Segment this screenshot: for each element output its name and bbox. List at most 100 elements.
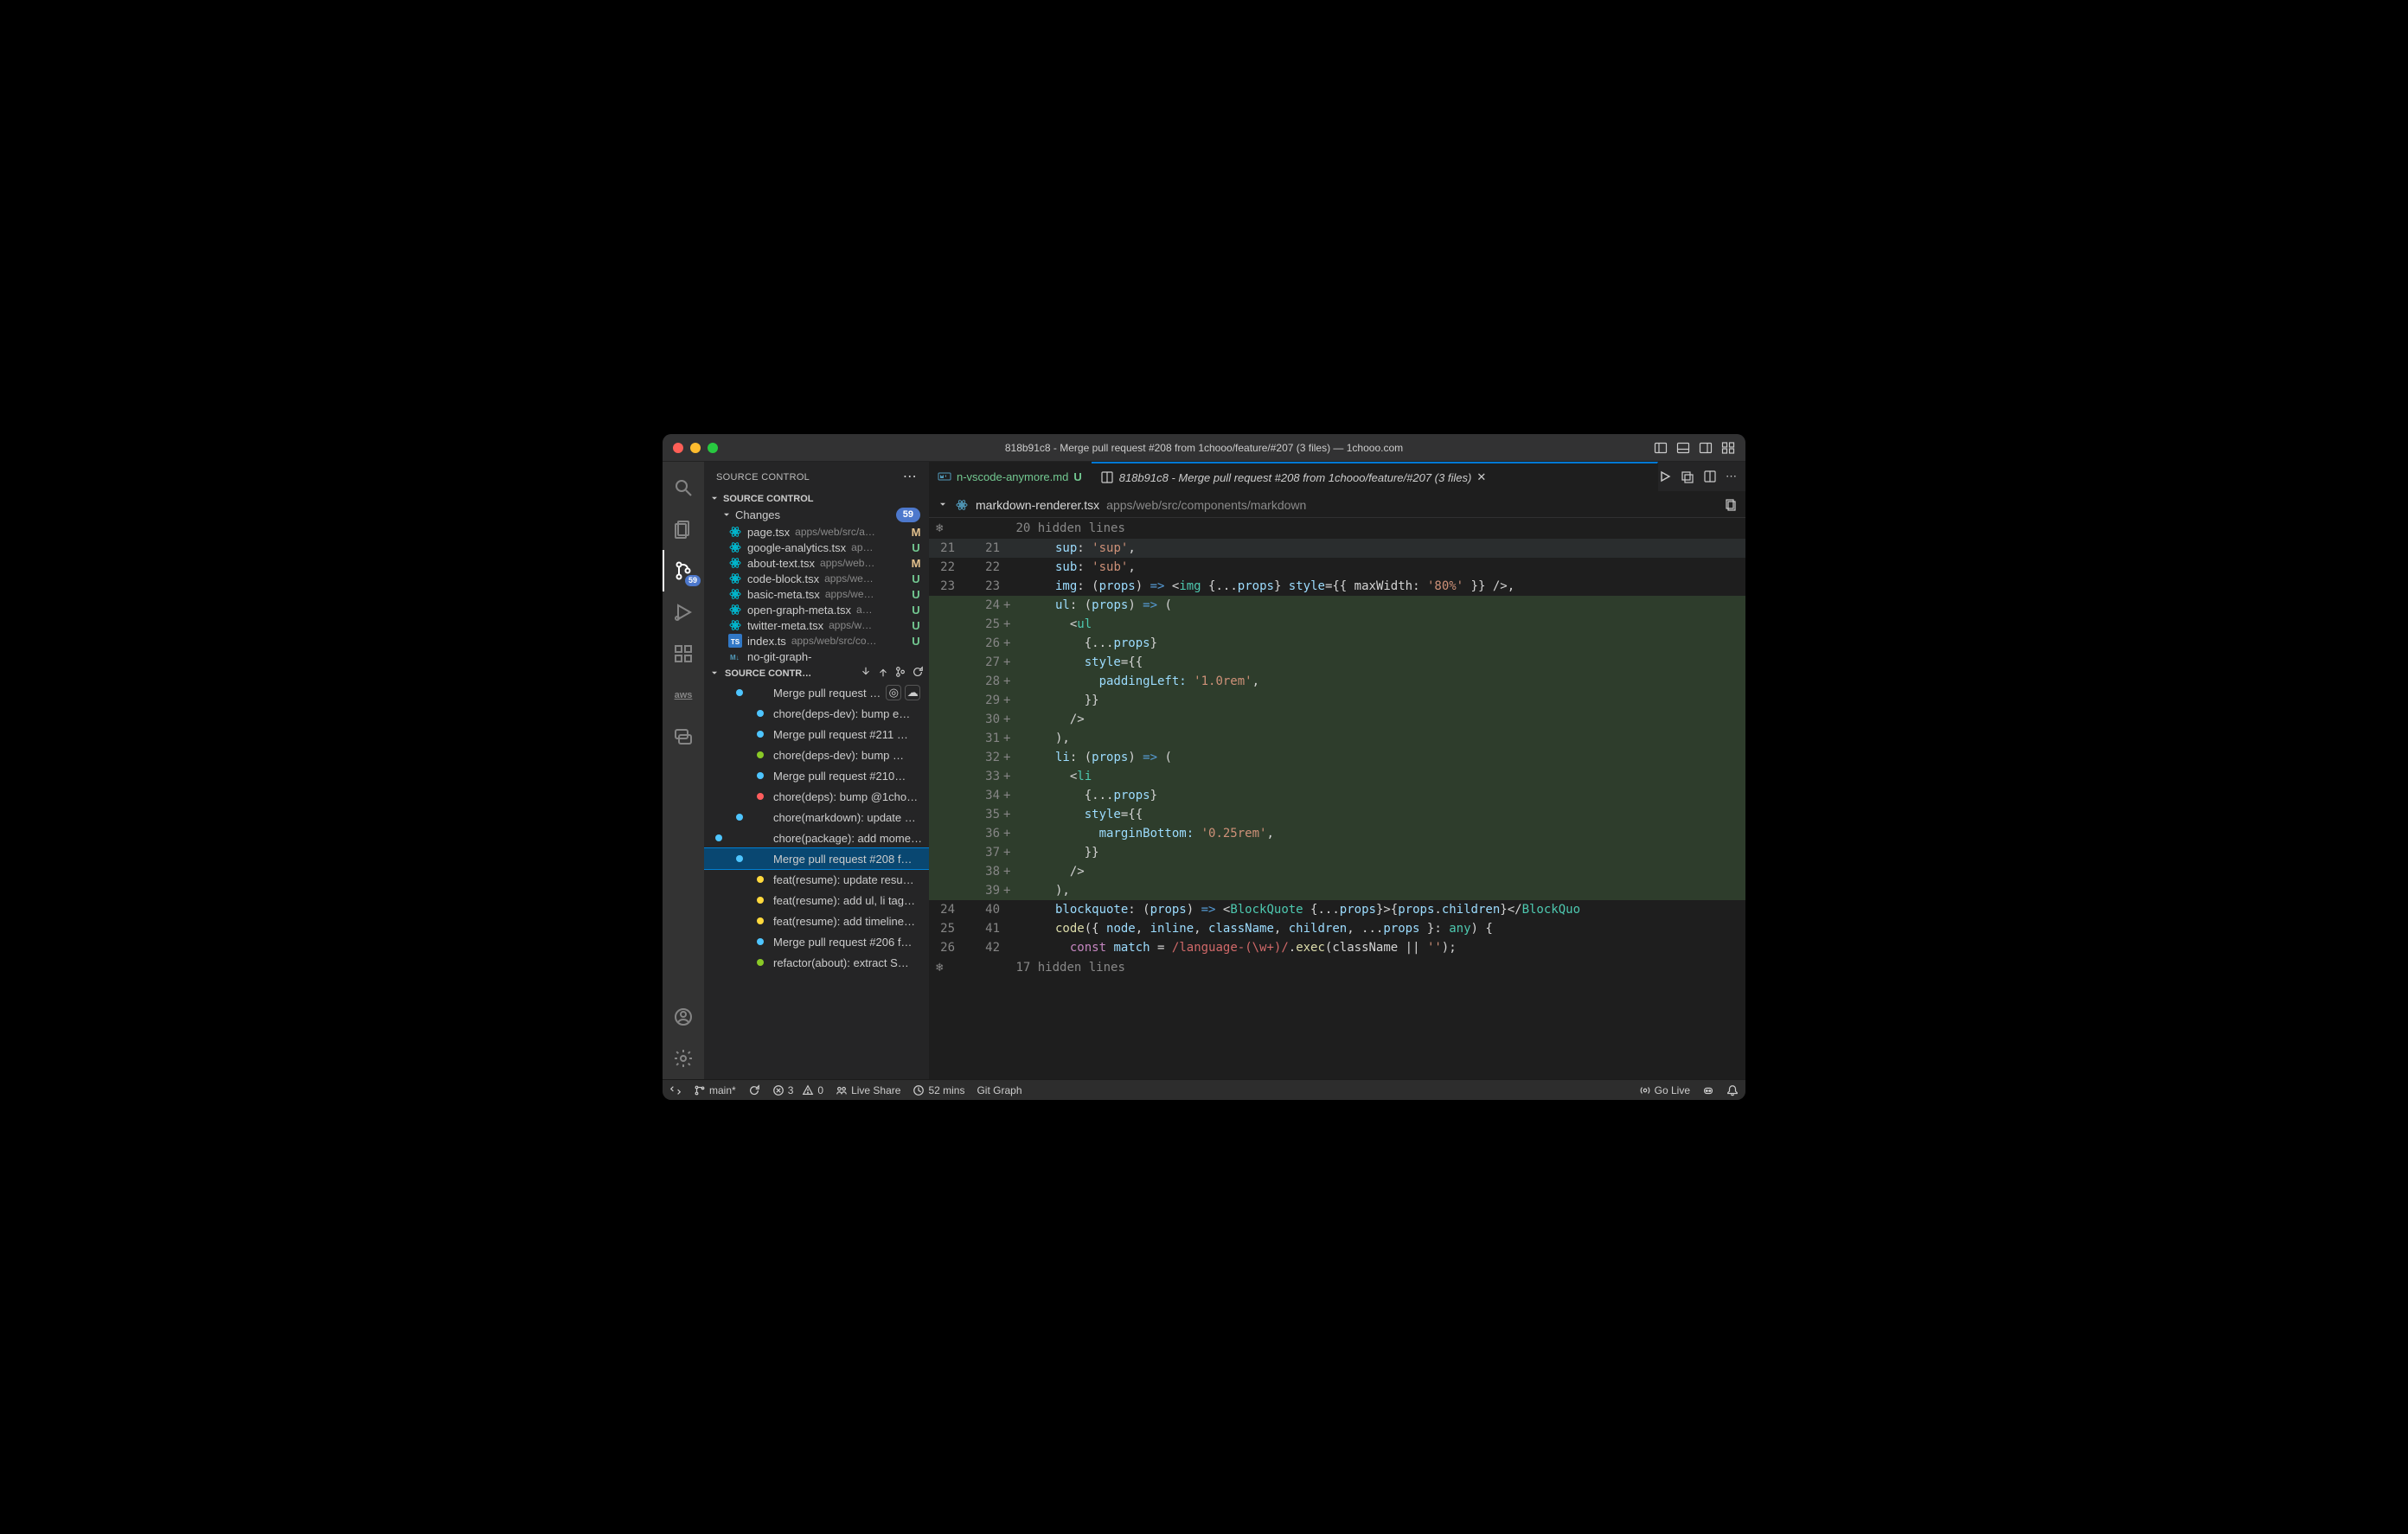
- svg-text:M↓: M↓: [730, 654, 740, 662]
- file-type-icon: [728, 540, 742, 554]
- status-notifications[interactable]: [1726, 1084, 1739, 1096]
- status-remote[interactable]: [669, 1084, 682, 1096]
- file-name: twitter-meta.tsx: [747, 619, 823, 632]
- changed-file-row[interactable]: twitter-meta.tsxapps/w…U: [704, 617, 929, 633]
- commit-row[interactable]: Merge pull request …◎☁: [704, 682, 929, 703]
- file-name: about-text.tsx: [747, 557, 815, 570]
- minimize-window[interactable]: [690, 443, 701, 453]
- graph-refresh-icon[interactable]: [912, 666, 924, 681]
- zoom-window[interactable]: [708, 443, 718, 453]
- activity-search[interactable]: [663, 467, 704, 508]
- activity-source-control[interactable]: 59: [663, 550, 704, 591]
- file-path: apps/we…: [824, 572, 905, 585]
- file-status: U: [910, 572, 922, 585]
- commit-message: chore(package): add mome…: [773, 832, 922, 845]
- file-path: apps/w…: [829, 619, 905, 631]
- activity-settings[interactable]: [663, 1038, 704, 1079]
- file-status: M: [910, 557, 922, 570]
- scm-section[interactable]: SOURCE CONTROL: [704, 492, 929, 506]
- activity-extensions[interactable]: [663, 633, 704, 674]
- commit-row[interactable]: feat(resume): update resu…: [704, 869, 929, 890]
- changed-file-row[interactable]: TS index.ts apps/web/src/co… U: [704, 633, 929, 649]
- status-copilot[interactable]: [1702, 1084, 1714, 1096]
- status-branch[interactable]: main*: [694, 1084, 736, 1096]
- commit-row[interactable]: chore(package): add mome…: [704, 828, 929, 848]
- commit-message: feat(resume): add ul, li tag…: [773, 894, 915, 907]
- commit-row[interactable]: chore(deps-dev): bump …: [704, 745, 929, 765]
- file-name: page.tsx: [747, 526, 790, 539]
- changed-file-row[interactable]: M↓no-git-graph-: [704, 649, 929, 664]
- file-type-icon: TS: [728, 634, 742, 648]
- changed-file-row[interactable]: open-graph-meta.tsxa…U: [704, 602, 929, 617]
- changed-file-row[interactable]: page.tsxapps/web/src/a…M: [704, 524, 929, 540]
- graph-fetch-icon[interactable]: [894, 666, 906, 681]
- close-window[interactable]: [673, 443, 683, 453]
- layout-secondary-icon[interactable]: [1699, 441, 1713, 455]
- breadcrumb-file: markdown-renderer.tsx: [976, 498, 1099, 512]
- tab-diff-view[interactable]: 818b91c8 - Merge pull request #208 from …: [1092, 462, 1658, 491]
- split-editor-icon[interactable]: [1703, 470, 1717, 483]
- file-path: apps/we…: [825, 588, 905, 600]
- run-icon[interactable]: [1658, 470, 1672, 483]
- activity-chat[interactable]: [663, 716, 704, 757]
- commit-message: chore(deps-dev): bump e…: [773, 707, 910, 720]
- tab-markdown-file[interactable]: n-vscode-anymore.md U: [929, 462, 1092, 491]
- commit-row[interactable]: Merge pull request #211 …: [704, 724, 929, 745]
- activity-accounts[interactable]: [663, 996, 704, 1038]
- fold-top[interactable]: ❄ 20 hidden lines: [929, 518, 1745, 539]
- commit-row[interactable]: chore(deps-dev): bump e…: [704, 703, 929, 724]
- fold-bottom[interactable]: ❄ 17 hidden lines: [929, 957, 1745, 978]
- status-git-graph[interactable]: Git Graph: [977, 1084, 1021, 1096]
- changed-file-row[interactable]: about-text.tsxapps/web…M: [704, 555, 929, 571]
- commit-row[interactable]: Merge pull request #208 f…: [704, 848, 929, 869]
- commit-row[interactable]: feat(resume): add ul, li tag…: [704, 890, 929, 911]
- file-status: M: [910, 526, 922, 539]
- status-problems[interactable]: 3 0: [772, 1084, 823, 1096]
- file-status: U: [910, 635, 922, 648]
- traffic-lights: [673, 443, 718, 453]
- file-path: apps/web/src/co…: [791, 635, 905, 647]
- sidebar-more-icon[interactable]: ⋯: [903, 470, 917, 484]
- status-liveshare[interactable]: Live Share: [836, 1084, 900, 1096]
- activity-aws[interactable]: aws: [663, 674, 704, 716]
- changed-file-row[interactable]: code-block.tsxapps/we…U: [704, 571, 929, 586]
- graph-section-label: SOURCE CONTR…: [725, 668, 811, 679]
- breadcrumb[interactable]: markdown-renderer.tsx apps/web/src/compo…: [929, 492, 1745, 518]
- graph-section[interactable]: SOURCE CONTR…: [704, 664, 929, 682]
- target-icon[interactable]: ◎: [886, 685, 901, 700]
- activity-explorer[interactable]: [663, 508, 704, 550]
- close-icon[interactable]: ✕: [1476, 470, 1486, 484]
- more-icon[interactable]: ⋯: [1726, 470, 1737, 483]
- commit-row[interactable]: Merge pull request #210…: [704, 765, 929, 786]
- commit-row[interactable]: Merge pull request #206 f…: [704, 931, 929, 952]
- commit-row[interactable]: feat(resume): add timeline…: [704, 911, 929, 931]
- status-go-live[interactable]: Go Live: [1639, 1084, 1690, 1096]
- commit-row[interactable]: chore(markdown): update …: [704, 807, 929, 828]
- layout-primary-icon[interactable]: [1654, 441, 1668, 455]
- status-time[interactable]: 52 mins: [913, 1084, 964, 1096]
- tabs: n-vscode-anymore.md U 818b91c8 - Merge p…: [929, 462, 1745, 492]
- snowflake-icon: ❄: [936, 519, 943, 538]
- layout-panel-icon[interactable]: [1676, 441, 1690, 455]
- diff-editor[interactable]: ❄ 20 hidden lines 2121 sup: 'sup', 2222 …: [929, 518, 1745, 1079]
- graph-push-icon[interactable]: [877, 666, 889, 681]
- compare-icon[interactable]: [1681, 470, 1694, 483]
- status-sync[interactable]: [748, 1084, 760, 1096]
- file-type-icon: [728, 572, 742, 585]
- cloud-icon[interactable]: ☁: [905, 685, 920, 700]
- commit-message: Merge pull request #210…: [773, 770, 906, 783]
- commit-row[interactable]: chore(deps): bump @1cho…: [704, 786, 929, 807]
- tab-status: U: [1073, 470, 1081, 483]
- commit-message: chore(deps-dev): bump …: [773, 749, 904, 762]
- customize-layout-icon[interactable]: [1721, 441, 1735, 455]
- changed-file-row[interactable]: basic-meta.tsxapps/we…U: [704, 586, 929, 602]
- copy-path-icon[interactable]: [1723, 498, 1737, 512]
- changes-row[interactable]: Changes 59: [704, 506, 929, 524]
- graph-pull-icon[interactable]: [860, 666, 872, 681]
- changed-file-row[interactable]: google-analytics.tsxap…U: [704, 540, 929, 555]
- snowflake-icon: ❄: [936, 958, 943, 977]
- activity-run-debug[interactable]: [663, 591, 704, 633]
- file-name: index.ts: [747, 635, 786, 648]
- commit-row[interactable]: refactor(about): extract S…: [704, 952, 929, 973]
- file-name: google-analytics.tsx: [747, 541, 846, 554]
